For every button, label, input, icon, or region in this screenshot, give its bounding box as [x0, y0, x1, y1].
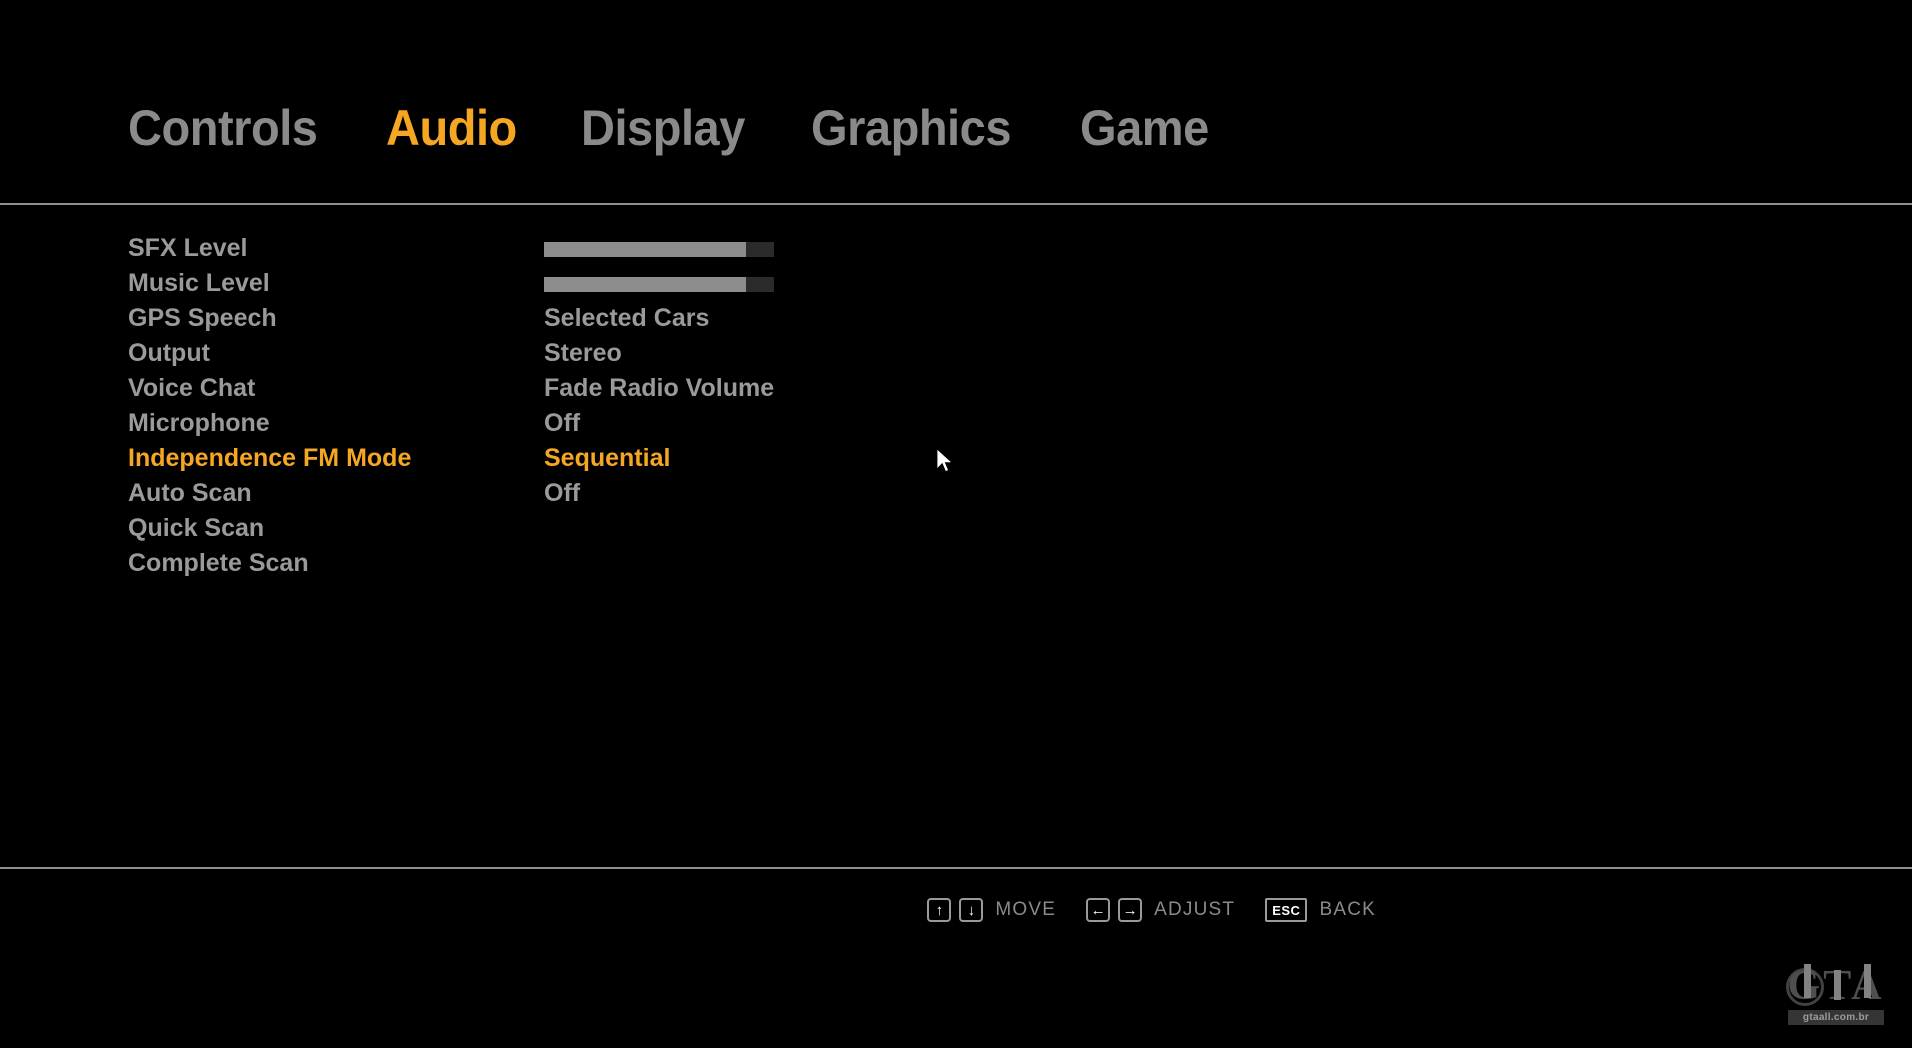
watermark-url: gtaall.com.br: [1788, 1010, 1884, 1025]
setting-row-sfx-level[interactable]: SFX Level: [0, 231, 1912, 266]
setting-label: Complete Scan: [128, 549, 309, 577]
tab-graphics[interactable]: Graphics: [811, 98, 1011, 158]
setting-value[interactable]: Off: [544, 406, 580, 441]
setting-row-microphone[interactable]: Microphone Off: [0, 406, 1912, 441]
footer-divider: [0, 867, 1912, 869]
setting-label: Independence FM Mode: [128, 444, 412, 472]
hint-back: ESC BACK: [1265, 898, 1376, 922]
setting-value[interactable]: Sequential: [544, 441, 670, 476]
watermark-figure-1: [1804, 964, 1811, 998]
hint-label-move: MOVE: [995, 899, 1057, 920]
watermark-figure-3: [1864, 964, 1871, 998]
setting-value[interactable]: Off: [544, 476, 580, 511]
setting-label: Voice Chat: [128, 374, 256, 402]
tab-audio[interactable]: Audio: [386, 98, 517, 158]
tab-game[interactable]: Game: [1080, 98, 1209, 158]
arrow-left-key-icon[interactable]: ←: [1086, 898, 1111, 922]
arrow-up-key-icon[interactable]: ↑: [927, 898, 952, 922]
setting-label: Output: [128, 339, 210, 367]
setting-label: Auto Scan: [128, 479, 252, 507]
arrow-right-key-icon[interactable]: →: [1118, 898, 1143, 922]
setting-label: Microphone: [128, 409, 270, 437]
header-divider: [0, 203, 1912, 205]
tab-display[interactable]: Display: [581, 98, 745, 158]
setting-label: SFX Level: [128, 234, 248, 262]
hint-label-adjust: ADJUST: [1154, 899, 1236, 920]
hint-adjust: ← → ADJUST: [1086, 898, 1235, 922]
esc-key-icon[interactable]: ESC: [1265, 898, 1308, 922]
setting-label: Music Level: [128, 269, 270, 297]
setting-row-independence-fm-mode[interactable]: Independence FM Mode Sequential: [0, 441, 1912, 476]
setting-value[interactable]: Stereo: [544, 336, 622, 371]
slider-fill: [544, 242, 747, 257]
setting-value[interactable]: Selected Cars: [544, 301, 709, 336]
audio-settings-list: SFX Level Music Level GPS Speech Selecte…: [0, 231, 1912, 581]
setting-row-auto-scan[interactable]: Auto Scan Off: [0, 476, 1912, 511]
hint-move: ↑ ↓ MOVE: [927, 898, 1056, 922]
slider-fill: [544, 277, 747, 292]
setting-label: GPS Speech: [128, 304, 277, 332]
footer-key-hints: ↑ ↓ MOVE ← → ADJUST ESC BACK: [927, 898, 1376, 922]
hint-label-back: BACK: [1319, 899, 1376, 920]
setting-row-music-level[interactable]: Music Level: [0, 266, 1912, 301]
music-level-slider[interactable]: [544, 277, 774, 292]
setting-row-output[interactable]: Output Stereo: [0, 336, 1912, 371]
gtaall-watermark-logo: GTA gtaall.com.br: [1780, 960, 1892, 1032]
setting-row-voice-chat[interactable]: Voice Chat Fade Radio Volume: [0, 371, 1912, 406]
setting-row-complete-scan[interactable]: Complete Scan: [0, 546, 1912, 581]
tab-controls[interactable]: Controls: [128, 98, 318, 158]
arrow-down-key-icon[interactable]: ↓: [959, 898, 984, 922]
watermark-figure-2: [1834, 970, 1841, 1000]
setting-row-gps-speech[interactable]: GPS Speech Selected Cars: [0, 301, 1912, 336]
mouse-cursor-icon: [936, 448, 954, 473]
sfx-level-slider[interactable]: [544, 242, 774, 257]
setting-label: Quick Scan: [128, 514, 265, 542]
settings-tab-bar: Controls Audio Display Graphics Game: [128, 98, 1217, 170]
setting-row-quick-scan[interactable]: Quick Scan: [0, 511, 1912, 546]
setting-value[interactable]: Fade Radio Volume: [544, 371, 774, 406]
